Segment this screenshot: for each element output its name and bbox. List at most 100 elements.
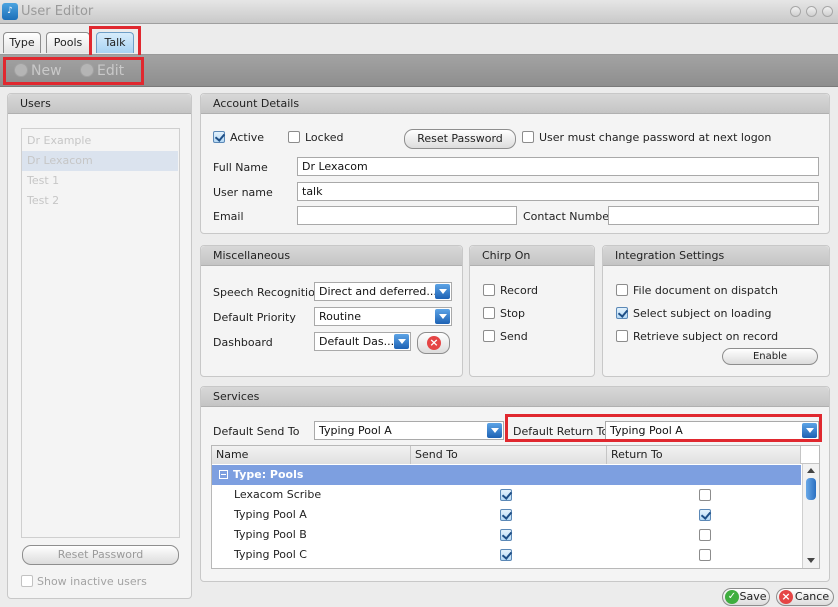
scroll-thumb[interactable] (806, 478, 816, 500)
send-label: Send (500, 330, 528, 343)
chirp-on-title: Chirp On (470, 246, 594, 266)
column-header-send-to[interactable]: Send To (411, 446, 607, 464)
return-to-checkbox[interactable] (699, 549, 711, 561)
send-to-checkbox[interactable] (500, 529, 512, 541)
username-input[interactable] (297, 182, 819, 201)
highlight-default-return-to (505, 414, 822, 442)
service-name: Lexacom Scribe (234, 488, 322, 501)
app-icon: ♪ (2, 3, 18, 20)
highlight-toolbar (3, 57, 144, 85)
title-bar: ♪ User Editor (0, 0, 838, 24)
default-send-to-select[interactable]: Typing Pool A (314, 421, 504, 440)
miscellaneous-title: Miscellaneous (201, 246, 462, 266)
show-inactive-checkbox[interactable] (21, 575, 33, 587)
table-row[interactable]: Typing Pool A (212, 505, 801, 525)
chirp-on-panel: Chirp On Record Stop Send (469, 245, 595, 377)
default-priority-select[interactable]: Routine (314, 307, 452, 326)
record-label: Record (500, 284, 539, 297)
clear-dashboard-button[interactable]: × (417, 332, 450, 354)
scroll-down-icon[interactable] (807, 558, 815, 563)
group-row[interactable]: Type: Pools (212, 465, 801, 485)
table-row[interactable]: Typing Pool C (212, 545, 801, 565)
account-details-panel: Account Details Active Locked Reset Pass… (200, 93, 830, 234)
send-to-checkbox[interactable] (500, 549, 512, 561)
list-item[interactable]: Test 2 (22, 191, 178, 211)
username-label: User name (213, 186, 273, 199)
contact-number-input[interactable] (608, 206, 819, 225)
maximize-button[interactable] (806, 6, 817, 17)
contact-number-label: Contact Number (523, 210, 614, 223)
list-item[interactable]: Test 1 (22, 171, 178, 191)
full-name-label: Full Name (213, 161, 268, 174)
select-subject-label: Select subject on loading (633, 307, 772, 320)
services-title: Services (201, 387, 829, 407)
active-checkbox[interactable] (213, 131, 225, 143)
chevron-down-icon (435, 309, 450, 324)
collapse-icon[interactable] (219, 470, 228, 479)
return-to-checkbox[interactable] (699, 509, 711, 521)
speech-recognition-select[interactable]: Direct and deferred... (314, 282, 452, 301)
record-checkbox[interactable] (483, 284, 495, 296)
retrieve-subject-label: Retrieve subject on record (633, 330, 779, 343)
dashboard-label: Dashboard (213, 336, 273, 349)
table-row[interactable]: Typing Pool B (212, 525, 801, 545)
chevron-down-icon (435, 284, 450, 299)
list-item[interactable]: Dr Lexacom (22, 151, 178, 171)
speech-recognition-label: Speech Recognition (213, 286, 322, 299)
users-panel-title: Users (8, 94, 191, 114)
checkmark-icon: ✓ (725, 590, 739, 604)
select-subject-checkbox[interactable] (616, 307, 628, 319)
locked-label: Locked (305, 131, 344, 144)
reset-password-button[interactable]: Reset Password (404, 129, 516, 149)
email-label: Email (213, 210, 244, 223)
chevron-down-icon (487, 423, 502, 438)
column-header-name[interactable]: Name (212, 446, 411, 464)
email-input[interactable] (297, 206, 517, 225)
chevron-down-icon (394, 334, 409, 349)
send-to-checkbox[interactable] (500, 509, 512, 521)
list-item[interactable]: Dr Example (22, 131, 178, 151)
tab-type[interactable]: Type (3, 32, 41, 53)
must-change-password-label: User must change password at next logon (539, 131, 772, 144)
must-change-password-checkbox[interactable] (522, 131, 534, 143)
file-document-label: File document on dispatch (633, 284, 778, 297)
integration-settings-title: Integration Settings (603, 246, 829, 266)
dashboard-select[interactable]: Default Das... (314, 332, 411, 351)
minimize-button[interactable] (790, 6, 801, 17)
full-name-input[interactable] (297, 157, 819, 176)
users-list[interactable]: Dr Example Dr Lexacom Test 1 Test 2 (21, 128, 180, 538)
integration-settings-panel: Integration Settings File document on di… (602, 245, 830, 377)
send-checkbox[interactable] (483, 330, 495, 342)
services-grid: Name Send To Return To Type: Pools Lexac… (211, 445, 820, 569)
send-to-checkbox[interactable] (500, 489, 512, 501)
service-name: Typing Pool A (234, 508, 307, 521)
reset-password-button-sidebar[interactable]: Reset Password (22, 545, 179, 565)
tab-pools[interactable]: Pools (46, 32, 90, 53)
scroll-up-icon[interactable] (807, 468, 815, 473)
column-header-return-to[interactable]: Return To (607, 446, 801, 464)
window-title: User Editor (21, 4, 94, 19)
locked-checkbox[interactable] (288, 131, 300, 143)
account-details-title: Account Details (201, 94, 829, 114)
service-name: Typing Pool C (234, 548, 307, 561)
close-icon: × (427, 336, 441, 350)
miscellaneous-panel: Miscellaneous Speech Recognition Direct … (200, 245, 463, 377)
enable-integrations-button[interactable]: Enable Integrations (722, 348, 818, 365)
close-icon: × (779, 590, 793, 604)
default-priority-label: Default Priority (213, 311, 296, 324)
file-document-checkbox[interactable] (616, 284, 628, 296)
grid-scrollbar[interactable] (802, 464, 819, 568)
stop-checkbox[interactable] (483, 307, 495, 319)
return-to-checkbox[interactable] (699, 489, 711, 501)
close-button[interactable] (822, 6, 833, 17)
cancel-button[interactable]: × Cance (776, 588, 834, 606)
show-inactive-label: Show inactive users (37, 575, 147, 588)
retrieve-subject-checkbox[interactable] (616, 330, 628, 342)
users-panel: Users Dr Example Dr Lexacom Test 1 Test … (7, 93, 192, 599)
return-to-checkbox[interactable] (699, 529, 711, 541)
save-button[interactable]: ✓ Save (722, 588, 770, 606)
grid-header: Name Send To Return To (212, 446, 819, 464)
table-row[interactable]: Lexacom Scribe (212, 485, 801, 505)
highlight-talk-tab (89, 26, 141, 58)
default-send-to-label: Default Send To (213, 425, 300, 438)
